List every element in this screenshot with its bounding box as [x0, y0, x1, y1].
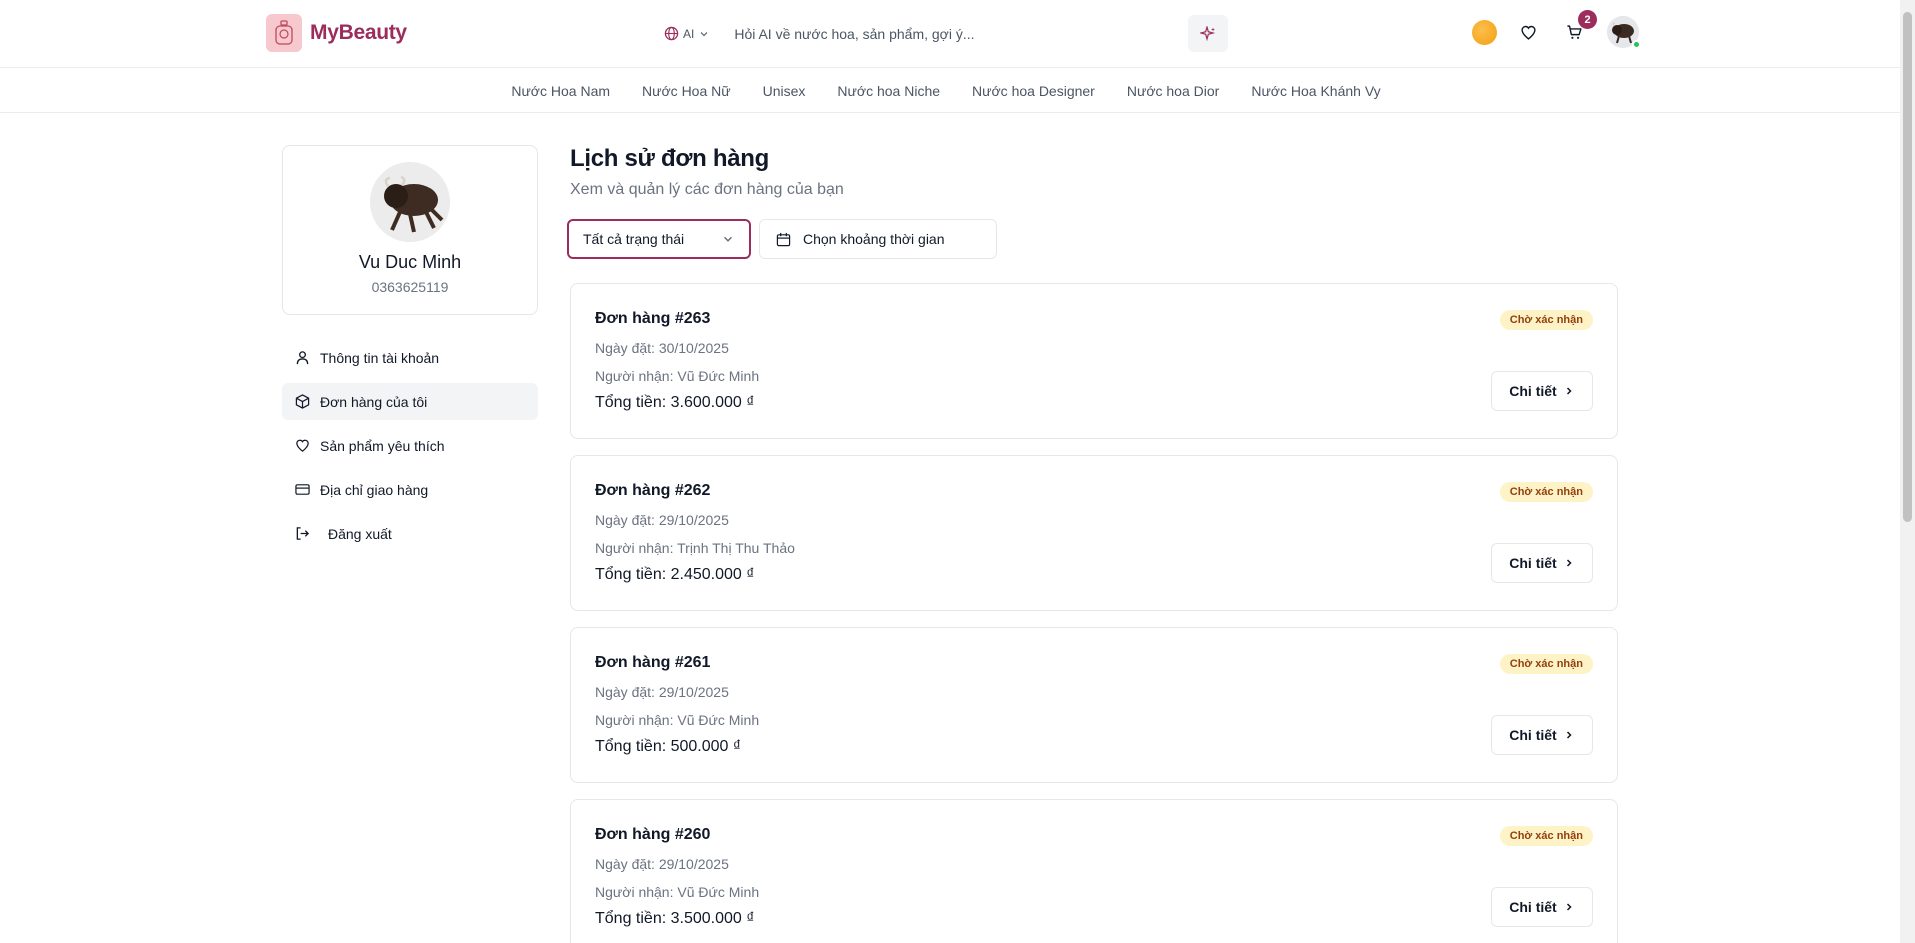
package-icon — [294, 394, 310, 410]
order-date: Ngày đặt: 29/10/2025 — [595, 684, 729, 700]
page: MyBeauty AI 2 — [0, 0, 1915, 943]
top-header: MyBeauty AI 2 — [0, 0, 1900, 68]
chevron-down-icon — [700, 31, 708, 36]
order-detail-button[interactable]: Chi tiết — [1491, 543, 1593, 583]
cart-button[interactable]: 2 — [1561, 10, 1597, 45]
bison-avatar-icon — [370, 162, 450, 242]
category-nav: Nước Hoa Nam Nước Hoa Nữ Unisex Nước hoa… — [0, 69, 1900, 113]
menu-item-label: Đăng xuất — [328, 525, 392, 542]
logout-icon — [294, 526, 310, 542]
profile-phone: 0363625119 — [371, 279, 449, 295]
order-total: Tổng tiền: 3.500.000 ₫ — [595, 910, 755, 927]
order-date: Ngày đặt: 29/10/2025 — [595, 856, 729, 872]
order-detail-button[interactable]: Chi tiết — [1491, 371, 1593, 411]
chevron-right-icon — [1566, 559, 1572, 567]
user-icon — [294, 350, 310, 366]
page-scrollbar[interactable] — [1900, 0, 1915, 943]
status-badge: Chờ xác nhận — [1499, 826, 1593, 846]
nav-item-designer[interactable]: Nước hoa Designer — [972, 83, 1095, 99]
order-id: Đơn hàng #262 — [595, 482, 711, 499]
profile-card: Vu Duc Minh 0363625119 — [282, 145, 538, 315]
menu-item-shipping-address[interactable]: Địa chỉ giao hàng — [282, 471, 538, 508]
detail-label: Chi tiết — [1509, 727, 1557, 743]
menu-item-my-orders[interactable]: Đơn hàng của tôi — [282, 383, 538, 420]
menu-item-label: Địa chỉ giao hàng — [320, 481, 429, 498]
order-total: Tổng tiền: 3.600.000 ₫ — [595, 394, 755, 411]
menu-item-label: Đơn hàng của tôi — [320, 393, 428, 410]
menu-item-label: Thông tin tài khoản — [320, 349, 440, 366]
status-badge: Chờ xác nhận — [1499, 310, 1593, 330]
account-menu: Thông tin tài khoản Đơn hàng của tôi Sản… — [282, 339, 538, 559]
order-id: Đơn hàng #260 — [595, 826, 711, 843]
date-range-button[interactable]: Chọn khoảng thời gian — [759, 219, 997, 259]
globe-icon — [664, 26, 679, 41]
nav-item-dior[interactable]: Nước hoa Dior — [1127, 83, 1219, 99]
order-recipient: Người nhận: Vũ Đức Minh — [595, 884, 760, 900]
calendar-icon — [776, 232, 791, 246]
status-filter-value: Tất cả trạng thái — [583, 231, 685, 247]
wishlist-button[interactable] — [1515, 19, 1541, 45]
online-status-dot — [1632, 40, 1641, 49]
coin-icon[interactable] — [1472, 19, 1497, 45]
order-recipient: Người nhận: Vũ Đức Minh — [595, 368, 760, 384]
page-title: Lịch sử đơn hàng — [570, 145, 769, 172]
page-subtitle: Xem và quản lý các đơn hàng của bạn — [570, 181, 844, 198]
nav-item-niche[interactable]: Nước hoa Niche — [837, 83, 940, 99]
credit-card-icon — [294, 482, 310, 498]
brand-name: MyBeauty — [310, 21, 407, 44]
order-card: Đơn hàng #262 Ngày đặt: 29/10/2025 Người… — [570, 455, 1618, 611]
menu-item-favorites[interactable]: Sản phẩm yêu thích — [282, 427, 538, 464]
brand-logo[interactable]: MyBeauty — [266, 14, 407, 52]
order-card: Đơn hàng #263 Ngày đặt: 30/10/2025 Người… — [570, 283, 1618, 439]
order-card: Đơn hàng #260 Ngày đặt: 29/10/2025 Người… — [570, 799, 1618, 943]
ai-search-button[interactable] — [1188, 15, 1228, 52]
date-range-label: Chọn khoảng thời gian — [803, 231, 945, 247]
order-card: Đơn hàng #261 Ngày đặt: 29/10/2025 Người… — [570, 627, 1618, 783]
order-filters: Tất cả trạng thái Chọn khoảng thời gian — [567, 219, 1618, 259]
chevron-right-icon — [1566, 387, 1572, 395]
detail-label: Chi tiết — [1509, 555, 1557, 571]
order-total: Tổng tiền: 500.000 ₫ — [595, 738, 742, 755]
profile-name: Vu Duc Minh — [358, 252, 462, 272]
menu-item-label: Sản phẩm yêu thích — [320, 437, 445, 454]
chevron-right-icon — [1566, 731, 1572, 739]
order-detail-button[interactable]: Chi tiết — [1491, 715, 1593, 755]
status-filter-select[interactable]: Tất cả trạng thái — [567, 219, 751, 259]
ai-mode-select[interactable]: AI — [652, 15, 722, 52]
chevron-down-icon — [723, 236, 733, 242]
order-recipient: Người nhận: Trịnh Thị Thu Thảo — [595, 540, 795, 556]
order-recipient: Người nhận: Vũ Đức Minh — [595, 712, 760, 728]
order-date: Ngày đặt: 29/10/2025 — [595, 512, 729, 528]
main-content: Lịch sử đơn hàng Xem và quản lý các đơn … — [567, 145, 1618, 943]
menu-item-logout[interactable]: Đăng xuất — [282, 515, 538, 552]
status-badge: Chờ xác nhận — [1499, 482, 1593, 502]
detail-label: Chi tiết — [1509, 899, 1557, 915]
order-id: Đơn hàng #261 — [595, 654, 711, 671]
order-date: Ngày đặt: 30/10/2025 — [595, 340, 729, 356]
order-list: Đơn hàng #263 Ngày đặt: 30/10/2025 Người… — [570, 283, 1618, 943]
search-input[interactable] — [722, 15, 1188, 52]
order-detail-button[interactable]: Chi tiết — [1491, 887, 1593, 927]
scrollbar-thumb[interactable] — [1903, 12, 1912, 522]
heart-icon — [294, 438, 310, 454]
order-total: Tổng tiền: 2.450.000 ₫ — [595, 566, 755, 583]
user-avatar[interactable] — [1607, 16, 1641, 49]
nav-item-nuoc-hoa-nu[interactable]: Nước Hoa Nữ — [642, 83, 731, 99]
status-badge: Chờ xác nhận — [1499, 654, 1593, 674]
perfume-bottle-icon — [266, 14, 302, 52]
order-id: Đơn hàng #263 — [595, 310, 711, 327]
ai-mode-label: AI — [683, 26, 695, 41]
nav-item-unisex[interactable]: Unisex — [763, 83, 806, 99]
sparkle-icon — [1200, 25, 1216, 41]
profile-avatar — [370, 162, 450, 242]
detail-label: Chi tiết — [1509, 383, 1557, 399]
chevron-right-icon — [1566, 903, 1572, 911]
heart-icon — [1520, 25, 1536, 40]
menu-item-account-info[interactable]: Thông tin tài khoản — [282, 339, 538, 376]
nav-item-khanh-vy[interactable]: Nước Hoa Khánh Vy — [1251, 83, 1380, 99]
search-bar: AI — [652, 15, 1228, 52]
nav-item-nuoc-hoa-nam[interactable]: Nước Hoa Nam — [511, 83, 610, 99]
header-actions: 2 — [1472, 10, 1641, 49]
cart-count-badge: 2 — [1578, 10, 1597, 29]
